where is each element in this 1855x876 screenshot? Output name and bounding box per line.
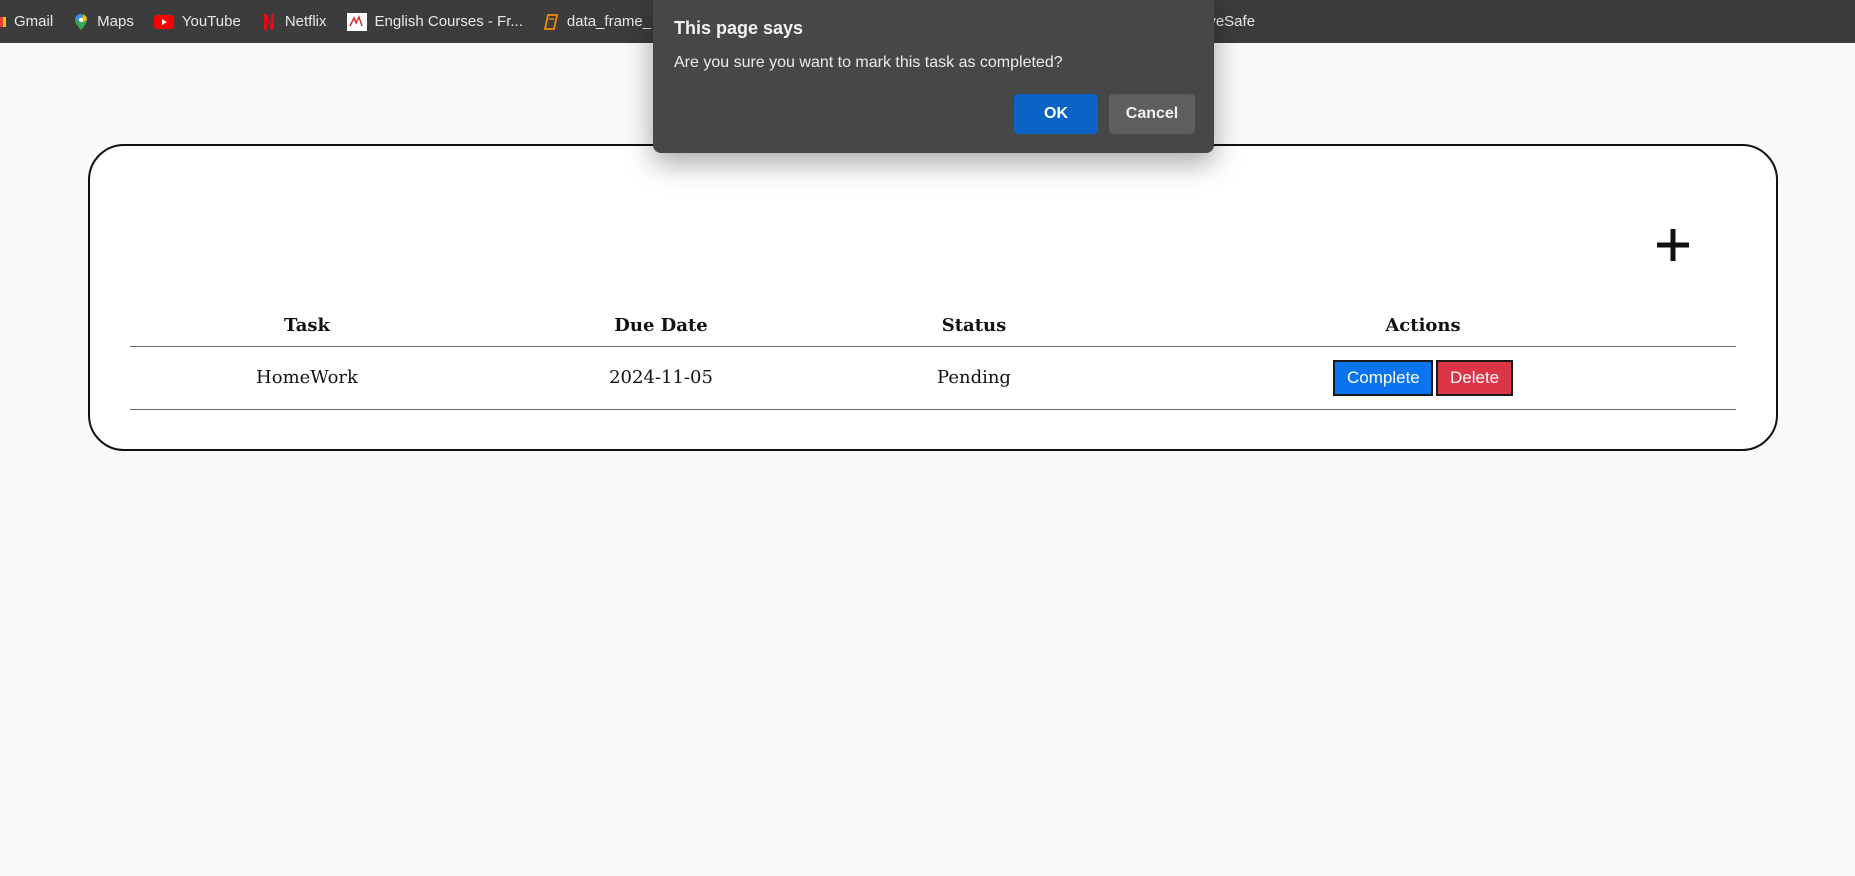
header-due-date: Due Date: [484, 306, 838, 347]
complete-button[interactable]: Complete: [1333, 359, 1433, 396]
dialog-title: This page says: [674, 18, 804, 38]
actions-cell: Complete Delete: [1110, 346, 1736, 410]
bookmark-label: data_frame_: [566, 13, 652, 30]
confirm-dialog: This page says Are you sure you want to …: [653, 0, 1214, 153]
table-row: HomeWork 2024-11-05 Pending Complete Dele…: [130, 346, 1736, 410]
english-courses-icon: [346, 12, 367, 31]
task-table: Task Due Date Status Actions HomeWork 20…: [130, 306, 1736, 410]
header-actions: Actions: [1110, 306, 1736, 347]
header-task: Task: [130, 306, 484, 347]
delete-button[interactable]: Delete: [1436, 359, 1513, 396]
bookmark-maps[interactable]: Maps: [63, 0, 144, 43]
task-name-cell: HomeWork: [130, 346, 484, 410]
bookmark-label: Gmail: [14, 13, 54, 30]
bookmark-data-frame[interactable]: data_frame_: [533, 0, 661, 43]
add-task-button[interactable]: [1646, 218, 1700, 272]
book-icon: [543, 13, 559, 30]
netflix-icon: [261, 13, 277, 30]
table-header-row: Task Due Date Status Actions: [130, 306, 1736, 347]
youtube-icon: [153, 14, 174, 30]
ok-button[interactable]: OK: [1014, 94, 1098, 134]
header-status: Status: [838, 306, 1110, 347]
bookmark-label: YouTube: [181, 13, 241, 30]
dialog-message: Are you sure you want to mark this task …: [674, 54, 1063, 71]
status-cell: Pending: [838, 346, 1110, 410]
bookmark-label: Netflix: [284, 13, 327, 30]
bookmark-label: English Courses - Fr...: [374, 13, 523, 30]
bookmark-english-courses[interactable]: English Courses - Fr...: [337, 0, 533, 43]
gmail-icon: [0, 14, 6, 30]
cancel-button[interactable]: Cancel: [1109, 94, 1195, 134]
bookmark-gmail[interactable]: Gmail: [0, 0, 63, 43]
maps-icon: [73, 13, 89, 30]
bookmark-netflix[interactable]: Netflix: [251, 0, 337, 43]
plus-icon: [1657, 229, 1689, 261]
due-date-cell: 2024-11-05: [484, 346, 838, 410]
bookmark-youtube[interactable]: YouTube: [144, 0, 251, 43]
bookmark-label: Maps: [97, 13, 134, 30]
